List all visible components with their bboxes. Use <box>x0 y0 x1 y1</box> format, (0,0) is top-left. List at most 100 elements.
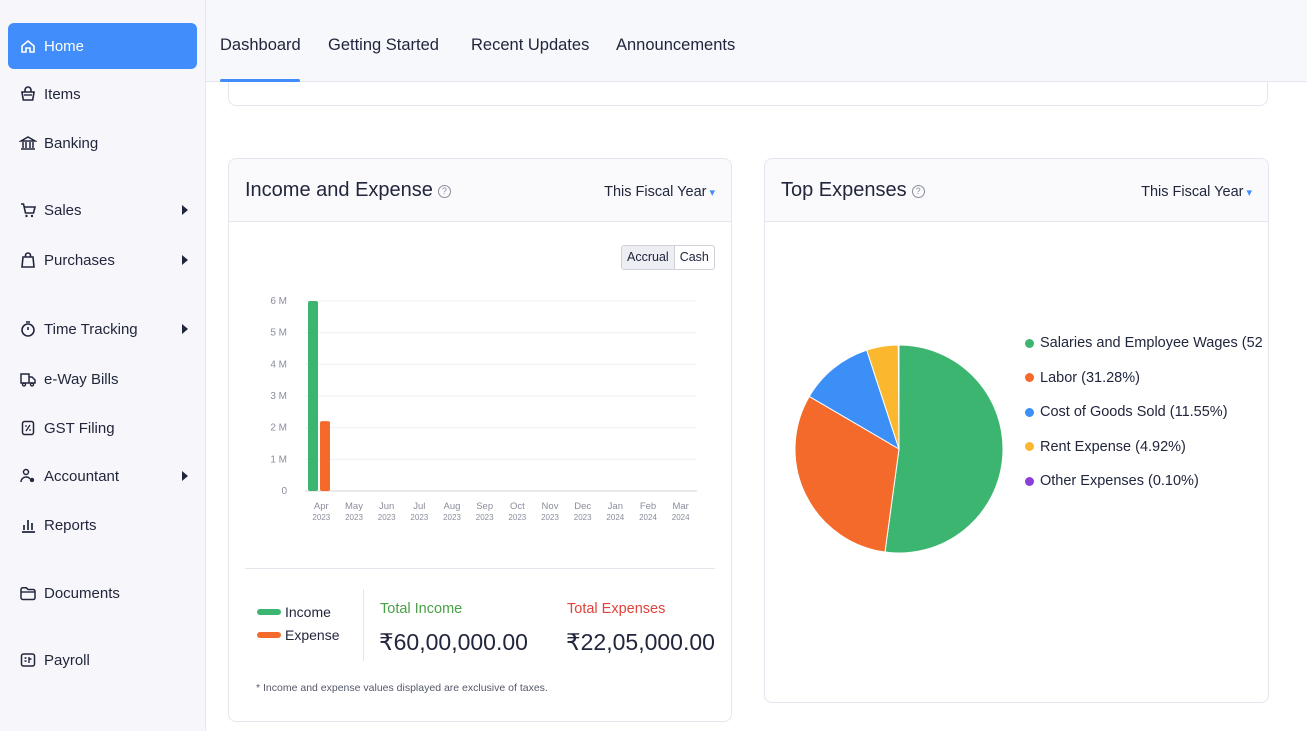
sidebar-item-e-way-bills[interactable]: e-Way Bills <box>8 356 197 402</box>
payroll-icon <box>19 651 37 669</box>
sidebar-item-sales[interactable]: Sales <box>8 187 197 233</box>
x-tick-month: Jun <box>379 501 394 512</box>
legend-income-label: Income <box>285 604 331 620</box>
pie-legend-label: Rent Expense (4.92%) <box>1040 438 1186 455</box>
legend-dot <box>1025 338 1034 348</box>
total-expenses-label: Total Expenses <box>567 601 666 617</box>
income-period-dropdown[interactable]: This Fiscal Year ▾ <box>604 184 715 200</box>
cart-icon <box>19 201 37 219</box>
sidebar-item-label: Items <box>44 85 81 103</box>
expense-swatch <box>257 632 281 638</box>
stopwatch-icon <box>19 320 37 338</box>
bank-icon <box>19 134 37 152</box>
income-expense-card: Income and Expense? This Fiscal Year ▾ Ac… <box>228 158 732 722</box>
help-icon[interactable]: ? <box>911 185 925 198</box>
pie-legend-item: Other Expenses (0.10%) <box>1025 473 1199 489</box>
x-tick-year: 2023 <box>476 513 494 522</box>
home-icon <box>19 37 37 55</box>
y-tick-label: 1 M <box>270 454 287 465</box>
top-expenses-pie-chart <box>794 344 1004 554</box>
x-tick-year: 2023 <box>574 513 592 522</box>
legend-expense: Expense <box>257 627 339 643</box>
sidebar-item-documents[interactable]: Documents <box>8 570 197 616</box>
legend-dot <box>1025 373 1034 382</box>
pie-slice[interactable] <box>897 344 900 450</box>
y-tick-label: 3 M <box>270 391 287 402</box>
sidebar-item-label: GST Filing <box>44 419 115 437</box>
sidebar-item-label: Documents <box>44 584 120 602</box>
pie-legend-label: Labor (31.28%) <box>1040 369 1140 386</box>
pie-legend-label: Salaries and Employee Wages (52 <box>1040 335 1263 351</box>
cash-toggle[interactable]: Cash <box>675 246 714 269</box>
pie-legend-item: Rent Expense (4.92%) <box>1025 439 1186 455</box>
x-tick-year: 2023 <box>443 513 461 522</box>
expense-bar <box>320 421 330 491</box>
sidebar-item-label: Home <box>44 37 85 55</box>
sidebar-item-label: Reports <box>44 516 97 534</box>
income-expense-bar-chart: 01 M2 M3 M4 M5 M6 MApr2023May2023Jun2023… <box>270 296 697 522</box>
previous-card-bottom <box>228 82 1268 106</box>
x-tick-month: Sep <box>476 501 493 512</box>
sidebar-item-reports[interactable]: Reports <box>8 502 197 548</box>
x-tick-month: May <box>345 501 363 512</box>
expand-arrow-icon[interactable] <box>182 471 188 481</box>
legend-dot <box>1025 442 1034 451</box>
bag-icon <box>19 251 37 269</box>
x-tick-month: Mar <box>672 501 688 512</box>
top-expenses-header: Top Expenses? This Fiscal Year ▾ <box>765 159 1268 222</box>
expand-arrow-icon[interactable] <box>182 205 188 215</box>
legend-dot <box>1025 476 1034 486</box>
pie-legend-item: Salaries and Employee Wages (52 <box>1025 335 1263 351</box>
top-expenses-title: Top Expenses? <box>781 179 925 202</box>
sidebar-item-items[interactable]: Items <box>8 71 197 117</box>
sidebar-item-label: Payroll <box>44 651 90 669</box>
x-tick-year: 2023 <box>410 513 428 522</box>
taxes-footnote: * Income and expense values displayed ar… <box>256 682 548 694</box>
sidebar-item-payroll[interactable]: Payroll <box>8 637 197 683</box>
expand-arrow-icon[interactable] <box>182 255 188 265</box>
pie-legend-label: Cost of Goods Sold (11.55%) <box>1040 404 1228 420</box>
sidebar-item-banking[interactable]: Banking <box>8 120 197 166</box>
income-bar <box>308 301 318 491</box>
sidebar-item-purchases[interactable]: Purchases <box>8 237 197 283</box>
income-swatch <box>257 609 281 615</box>
chevron-down-icon: ▾ <box>709 187 715 199</box>
sidebar: Home Items Banking Sales Purchases Time Track… <box>0 0 206 731</box>
legend-expense-label: Expense <box>285 627 340 643</box>
help-icon[interactable]: ? <box>437 185 451 198</box>
income-expense-header: Income and Expense? This Fiscal Year ▾ <box>229 159 731 222</box>
sidebar-item-gst-filing[interactable]: GST Filing <box>8 405 197 451</box>
tab-announcements[interactable]: Announcements <box>616 36 735 55</box>
tab-getting-started[interactable]: Getting Started <box>328 36 439 55</box>
sidebar-item-time-tracking[interactable]: Time Tracking <box>8 306 197 352</box>
tab-recent-updates[interactable]: Recent Updates <box>471 36 589 55</box>
top-expenses-card: Top Expenses? This Fiscal Year ▾ Salaries… <box>764 158 1269 703</box>
expenses-period-label: This Fiscal Year <box>1141 184 1244 200</box>
pie-legend-item: Labor (31.28%) <box>1025 370 1140 386</box>
divider <box>363 589 364 661</box>
sidebar-item-label: Banking <box>44 134 99 152</box>
income-period-label: This Fiscal Year <box>604 184 707 200</box>
y-tick-label: 2 M <box>270 423 287 434</box>
expand-arrow-icon[interactable] <box>182 324 188 334</box>
x-tick-month: Feb <box>640 501 656 512</box>
accountant-icon <box>19 467 37 485</box>
x-tick-year: 2024 <box>606 513 624 522</box>
x-tick-year: 2023 <box>345 513 363 522</box>
y-tick-label: 0 <box>281 486 287 497</box>
x-tick-month: Jul <box>413 501 425 512</box>
x-tick-month: Oct <box>510 501 525 512</box>
accrual-toggle[interactable]: Accrual <box>622 246 675 269</box>
expenses-period-dropdown[interactable]: This Fiscal Year ▾ <box>1141 184 1252 200</box>
sidebar-item-home[interactable]: Home <box>8 23 197 69</box>
tab-dashboard[interactable]: Dashboard <box>220 36 301 55</box>
x-tick-year: 2024 <box>672 513 690 522</box>
x-tick-month: Apr <box>314 501 329 512</box>
income-expense-title-text: Income and Expense <box>245 179 433 201</box>
sidebar-item-accountant[interactable]: Accountant <box>8 453 197 499</box>
basis-toggle: Accrual Cash <box>621 245 715 270</box>
x-tick-month: Dec <box>574 501 591 512</box>
pie-slice[interactable] <box>884 344 1004 554</box>
x-tick-year: 2024 <box>639 513 657 522</box>
chevron-down-icon: ▾ <box>1246 187 1252 199</box>
